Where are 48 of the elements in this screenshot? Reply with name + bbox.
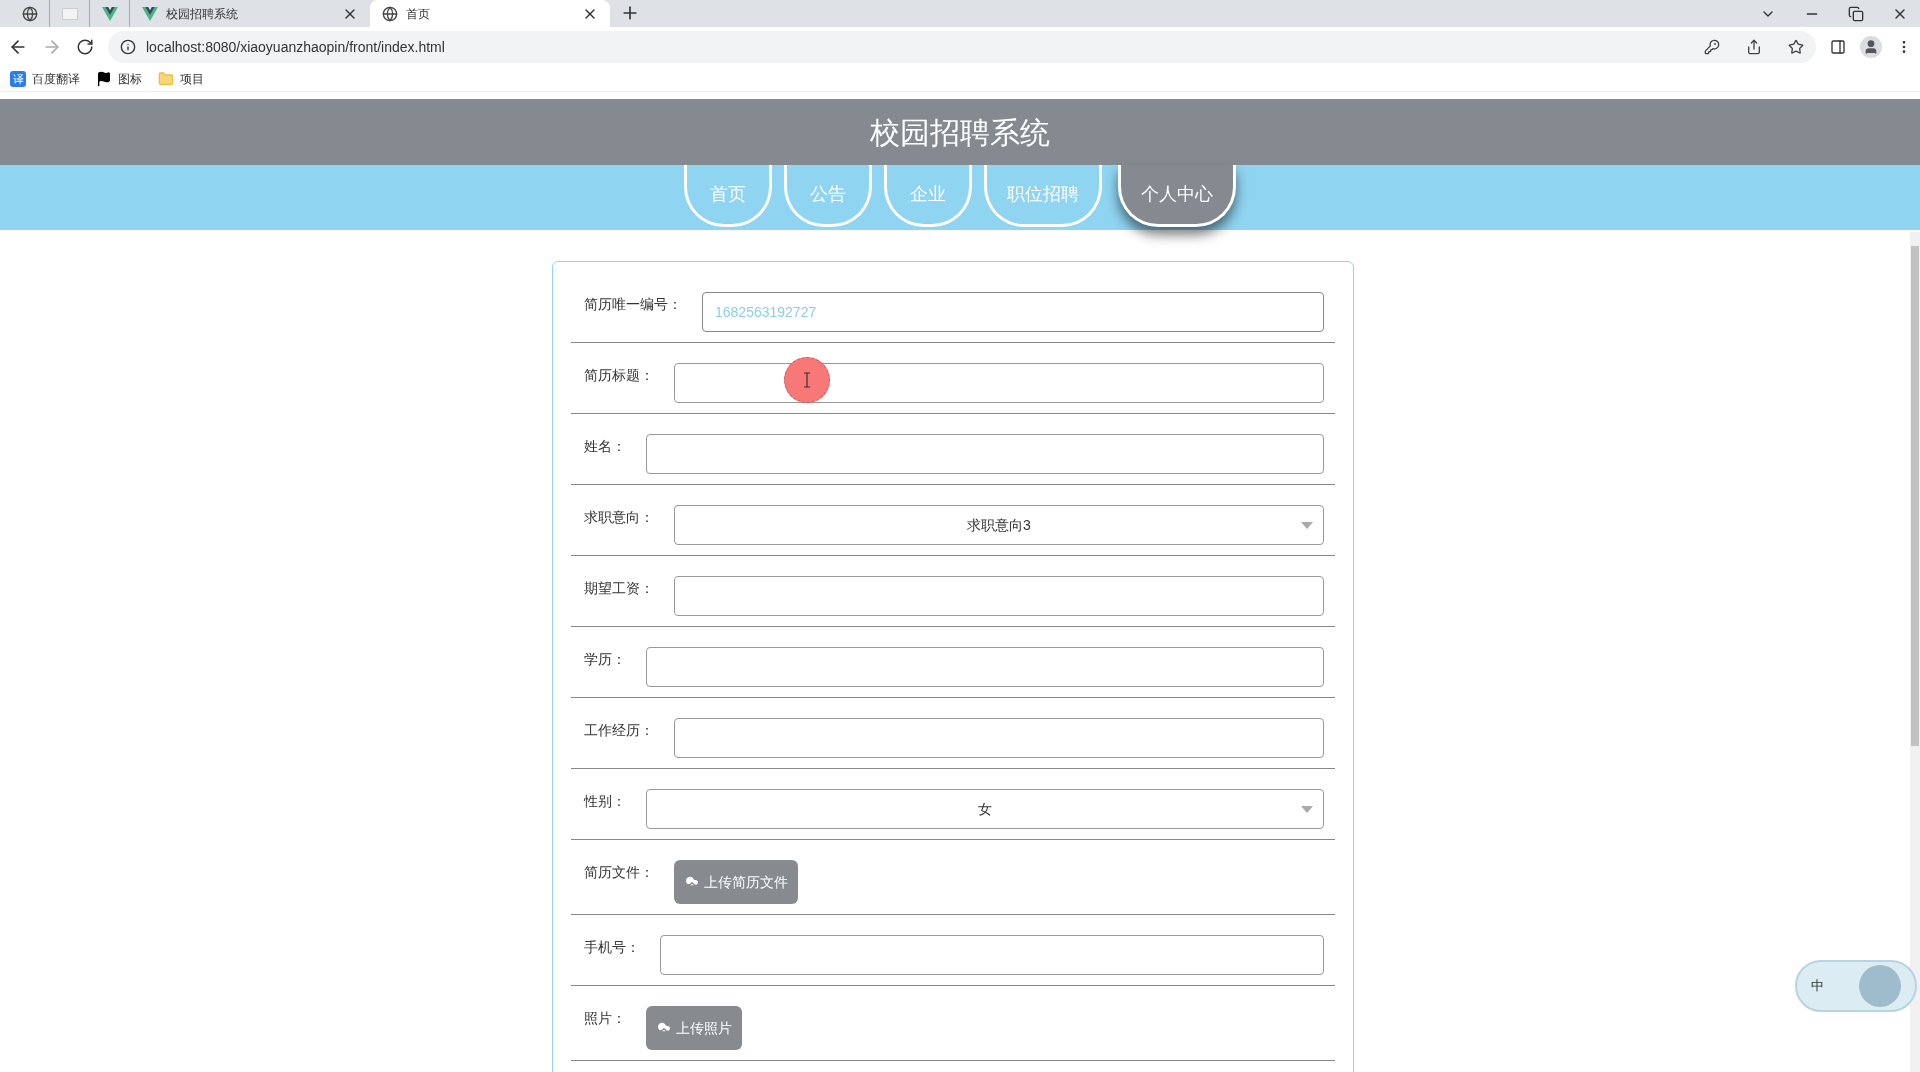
key-icon[interactable] [1704, 39, 1720, 55]
dropdown-caret-icon [1301, 521, 1313, 529]
field-label: 姓名： [584, 437, 626, 456]
bookmark-item[interactable]: 图标 [96, 70, 142, 88]
field-label: 求职意向： [584, 508, 654, 527]
bookmark-item[interactable]: 项目 [158, 70, 204, 88]
select-field[interactable]: 求职意向3 [674, 505, 1324, 545]
select-field[interactable]: 女 [646, 789, 1324, 829]
text-cursor-icon [803, 372, 811, 388]
translate-icon: 译 [10, 71, 26, 87]
folder-icon [158, 71, 174, 87]
bookmark-item[interactable]: 译 百度翻译 [10, 70, 80, 88]
field-label: 手机号： [584, 938, 640, 957]
info-icon [120, 39, 136, 55]
browser-tab[interactable]: 校园招聘系统 [130, 0, 370, 27]
field-label: 工作经历： [584, 721, 654, 740]
field-label: 简历文件： [584, 863, 654, 882]
scrollbar[interactable] [1910, 232, 1920, 1072]
v-logo-icon [101, 6, 118, 21]
site-title: 校园招聘系统 [870, 114, 1050, 151]
restore-icon[interactable] [1848, 5, 1864, 22]
field-label: 性别： [584, 792, 626, 811]
globe-icon [21, 5, 38, 22]
v-logo-icon [142, 6, 158, 21]
ime-widget[interactable]: 中 [1795, 960, 1917, 1012]
field-label: 照片： [584, 1009, 626, 1028]
reload-icon[interactable] [76, 38, 94, 56]
browser-tab[interactable]: 首页 [370, 0, 610, 27]
flag-icon [96, 71, 112, 87]
dropdown-caret-icon [1301, 805, 1313, 813]
field-label: 期望工资： [584, 579, 654, 598]
text-input[interactable] [674, 363, 1324, 403]
bookmark-star-icon[interactable] [1788, 39, 1804, 55]
text-input[interactable] [674, 718, 1324, 758]
text-input[interactable] [646, 647, 1324, 687]
text-input[interactable] [646, 434, 1324, 474]
side-panel-icon[interactable] [1830, 39, 1846, 55]
field-label: 简历标题： [584, 366, 654, 385]
field-label: 简历唯一编号： [584, 295, 682, 314]
ime-art-drawing [1859, 965, 1901, 1007]
field-label: 学历： [584, 650, 626, 669]
address-bar[interactable]: localhost:8080/xiaoyuanzhaopin/front/index.html [108, 31, 1816, 63]
text-input[interactable] [660, 935, 1324, 975]
page-icon [61, 7, 78, 20]
text-input[interactable] [674, 576, 1324, 616]
profile-avatar[interactable] [1860, 36, 1882, 58]
globe-icon [382, 5, 398, 22]
share-icon[interactable] [1746, 39, 1762, 55]
